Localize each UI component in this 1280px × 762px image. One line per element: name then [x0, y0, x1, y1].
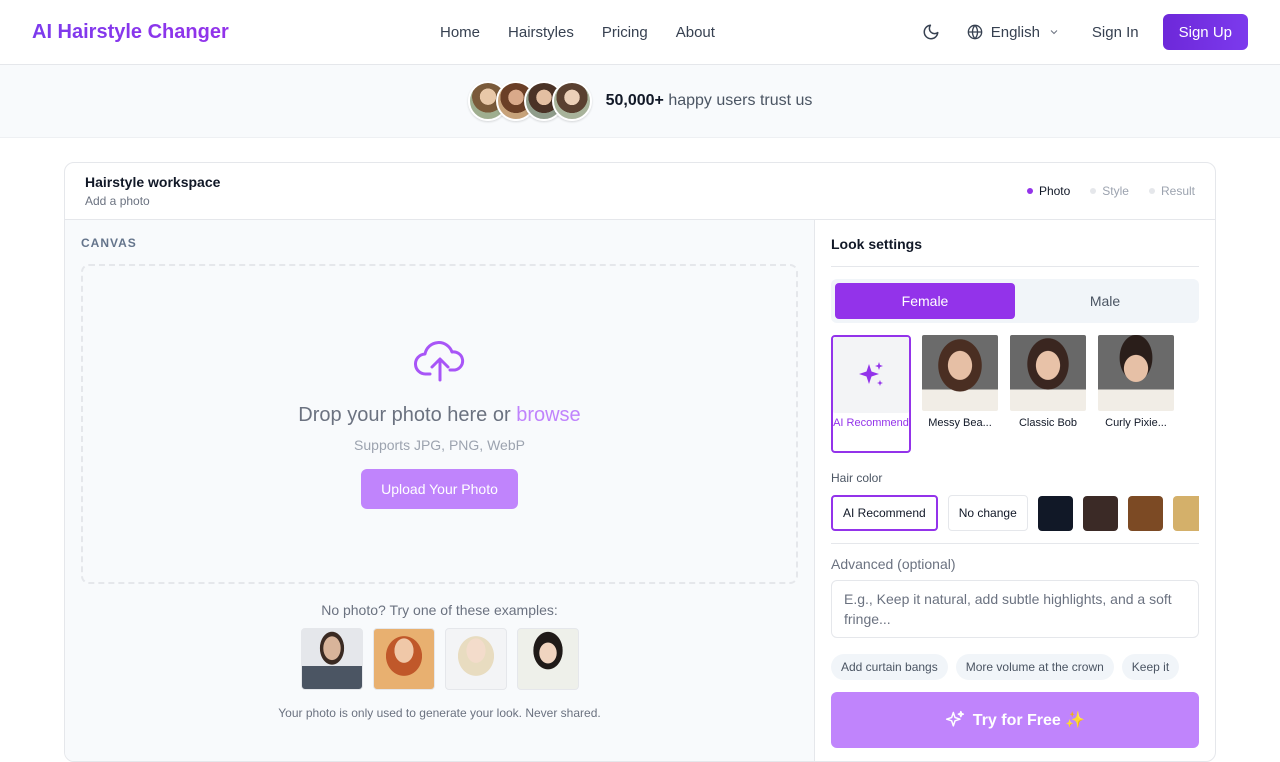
hair-color-label: Hair color — [831, 471, 883, 485]
cloud-upload-icon — [413, 341, 464, 382]
try-button-label: Try for Free ✨ — [972, 712, 1086, 729]
language-label: English — [990, 23, 1040, 41]
style-thumbnail — [922, 335, 998, 411]
nav-links: Home Hairstyles Pricing About — [440, 24, 715, 41]
trust-bar: 50,000+ happy users trust us — [0, 65, 1280, 138]
hairstyle-workspace: Hairstyle workspace Add a photo Photo St… — [64, 162, 1216, 762]
step-style: Style — [1090, 184, 1129, 198]
style-classic-bob[interactable]: Classic Bob — [1009, 335, 1087, 453]
nav-link-about[interactable]: About — [676, 24, 715, 41]
top-navbar: AI Hairstyle Changer Home Hairstyles Pri… — [0, 0, 1280, 65]
style-thumbnail — [1010, 335, 1086, 411]
example-photo-1[interactable] — [300, 628, 363, 690]
example-photo-2[interactable] — [372, 628, 435, 690]
advanced-label: Advanced (optional) — [831, 556, 956, 572]
color-swatch-black[interactable] — [1037, 495, 1073, 531]
suggestion-pill[interactable]: Keep it — [1121, 654, 1180, 680]
style-name: Classic Bob — [1018, 417, 1078, 429]
example-photos — [81, 628, 798, 690]
hairstyle-options: AI Recommend Messy Bea... Classic Bob Cu… — [831, 335, 1199, 453]
color-swatch-dark-brown[interactable] — [1082, 495, 1118, 531]
drop-text: Drop your photo here or — [298, 404, 511, 426]
workspace-body: CANVAS Drop your photo here or browse Su… — [65, 220, 1215, 761]
sparkles-icon — [945, 710, 964, 727]
browse-link[interactable]: browse — [516, 404, 580, 426]
style-thumbnail — [833, 337, 909, 413]
look-settings-title: Look settings — [831, 236, 1199, 267]
drop-instructions: Drop your photo here or browse — [298, 404, 580, 427]
nav-link-hairstyles[interactable]: Hairstyles — [508, 24, 574, 41]
step-dot — [1148, 188, 1155, 194]
color-ai-recommend-chip[interactable]: AI Recommend — [831, 495, 938, 531]
nav-actions: English Sign In Sign Up — [913, 14, 1248, 50]
look-settings-panel: Look settings Female Male AI Recommend M… — [815, 220, 1215, 761]
divider — [831, 543, 1199, 544]
workspace-subtitle: Add a photo — [85, 194, 150, 208]
color-swatch-blonde[interactable] — [1172, 495, 1199, 531]
step-label: Photo — [1038, 184, 1071, 198]
upload-photo-button[interactable]: Upload Your Photo — [361, 469, 518, 509]
hair-color-options: AI Recommend No change — [831, 495, 1199, 531]
step-photo: Photo — [1026, 184, 1071, 198]
privacy-note: Your photo is only used to generate your… — [278, 706, 601, 720]
style-messy-beach[interactable]: Messy Bea... — [921, 335, 999, 453]
theme-toggle-button[interactable] — [913, 14, 949, 50]
suggestion-pill[interactable]: More volume at the crown — [955, 654, 1114, 680]
step-indicator: Photo Style Result — [1026, 184, 1195, 198]
style-ai-recommend[interactable]: AI Recommend — [831, 335, 911, 453]
examples-label: No photo? Try one of these examples: — [321, 602, 558, 618]
user-count: 50,000+ — [605, 92, 664, 109]
workspace-title: Hairstyle workspace — [85, 174, 221, 190]
nav-link-pricing[interactable]: Pricing — [602, 24, 648, 41]
trust-text: 50,000+ happy users trust us — [606, 92, 813, 110]
language-selector[interactable]: English — [959, 24, 1068, 41]
step-label: Result — [1160, 184, 1195, 198]
style-thumbnail — [1098, 335, 1174, 411]
gender-female-button[interactable]: Female — [835, 283, 1015, 319]
style-curly-pixie[interactable]: Curly Pixie... — [1097, 335, 1175, 453]
brand-logo[interactable]: AI Hairstyle Changer — [32, 21, 229, 44]
step-dot — [1026, 188, 1033, 194]
workspace-header: Hairstyle workspace Add a photo Photo St… — [65, 163, 1215, 220]
canvas-panel: CANVAS Drop your photo here or browse Su… — [65, 220, 815, 761]
example-photo-3[interactable] — [444, 628, 507, 690]
globe-icon — [967, 24, 983, 40]
supported-formats: Supports JPG, PNG, WebP — [354, 437, 525, 453]
user-avatars — [467, 81, 592, 121]
gender-toggle: Female Male — [831, 279, 1199, 323]
nav-link-home[interactable]: Home — [440, 24, 480, 41]
try-for-free-button[interactable]: Try for Free ✨ — [831, 692, 1199, 748]
color-swatch-brown[interactable] — [1127, 495, 1163, 531]
step-label: Style — [1102, 184, 1129, 198]
moon-icon — [923, 24, 939, 40]
sparkles-icon — [859, 362, 883, 386]
sign-in-button[interactable]: Sign In — [1078, 24, 1153, 41]
chevron-down-icon — [1050, 30, 1058, 35]
style-name: Messy Bea... — [928, 417, 992, 429]
gender-male-button[interactable]: Male — [1015, 283, 1195, 319]
style-name: Curly Pixie... — [1105, 417, 1167, 429]
advanced-prompt-input[interactable]: E.g., Keep it natural, add subtle highli… — [831, 580, 1199, 638]
color-no-change-chip[interactable]: No change — [947, 495, 1028, 531]
canvas-label: CANVAS — [81, 236, 137, 250]
style-name: AI Recommend — [833, 417, 909, 429]
suggestion-pill[interactable]: Add curtain bangs — [831, 654, 948, 680]
trust-label: happy users trust us — [668, 92, 813, 109]
photo-dropzone[interactable]: Drop your photo here or browse Supports … — [81, 264, 798, 584]
avatar — [551, 81, 592, 121]
example-photo-4[interactable] — [516, 628, 579, 690]
suggestion-pills: Add curtain bangs More volume at the cro… — [831, 654, 1183, 680]
step-result: Result — [1148, 184, 1195, 198]
step-dot — [1090, 188, 1097, 194]
sign-up-button[interactable]: Sign Up — [1162, 14, 1248, 50]
